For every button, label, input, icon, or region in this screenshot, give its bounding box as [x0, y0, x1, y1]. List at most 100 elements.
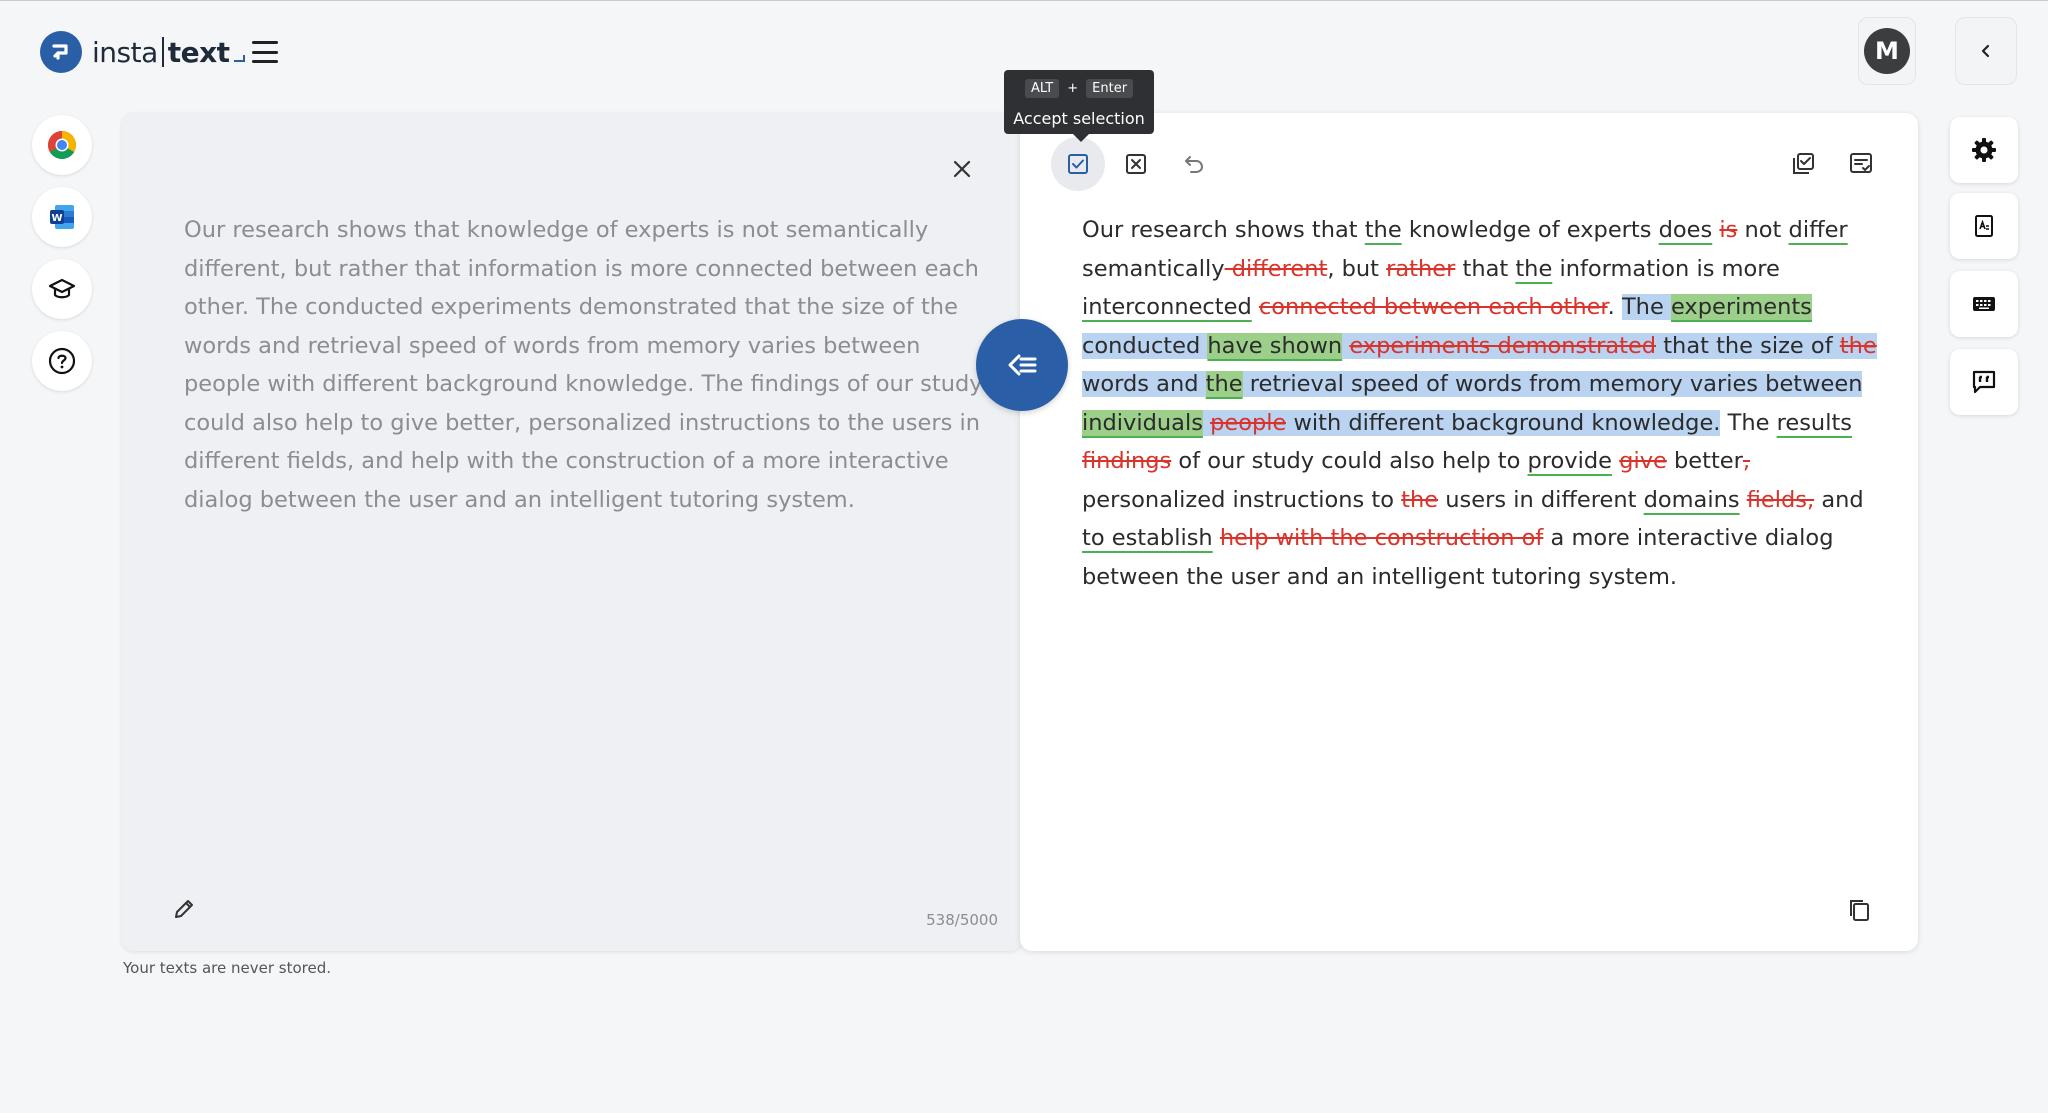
- dictionary-button[interactable]: [1950, 193, 2018, 259]
- selected-text: words and: [1082, 371, 1206, 397]
- selected-text: [1202, 409, 1211, 436]
- logo-mark-icon: [40, 31, 82, 73]
- feedback-button[interactable]: [1950, 349, 2018, 415]
- deleted-text: rather: [1386, 255, 1456, 282]
- source-text[interactable]: Our research shows that knowledge of exp…: [184, 211, 984, 519]
- chrome-extension-button[interactable]: [32, 115, 92, 175]
- word-icon: W: [50, 205, 74, 229]
- selected-deleted-text: experiments demonstrated: [1349, 332, 1657, 359]
- checkbox-x-icon: [1126, 154, 1146, 174]
- deleted-text: give: [1619, 448, 1667, 474]
- keyboard-icon: [1973, 297, 1995, 311]
- selected-text: that the size of: [1656, 332, 1840, 359]
- result-segment: [1213, 525, 1220, 551]
- deleted-text: is: [1719, 217, 1738, 243]
- result-segment: and: [1814, 486, 1864, 513]
- chevron-left-icon: [1981, 44, 1990, 58]
- selected-text: with different background knowledge.: [1286, 409, 1721, 436]
- inserted-text: differ: [1788, 217, 1848, 243]
- shortcuts-button[interactable]: [1950, 271, 2018, 337]
- tooltip-label: Accept selection: [1013, 109, 1145, 128]
- selected-inserted-text: experiments: [1670, 294, 1812, 320]
- deleted-text: fields,: [1746, 486, 1815, 513]
- pencil-icon: [175, 900, 193, 918]
- selected-text: retrieval speed of words from memory var…: [1242, 371, 1863, 397]
- result-segment: , but: [1327, 255, 1387, 282]
- deleted-text: findings: [1082, 448, 1172, 474]
- result-segment: better: [1666, 448, 1743, 474]
- enter-key-label: Enter: [1086, 79, 1134, 98]
- chrome-icon: [48, 131, 76, 159]
- result-segment: information is more: [1552, 255, 1780, 282]
- selected-text: conducted: [1082, 332, 1208, 359]
- result-segment: The: [1720, 409, 1777, 436]
- selected-deleted-text: people: [1210, 409, 1287, 436]
- inserted-text: the: [1364, 217, 1402, 243]
- reject-selection-button[interactable]: [1109, 137, 1163, 191]
- undo-button[interactable]: [1167, 137, 1221, 191]
- undo-icon: [1185, 156, 1204, 173]
- plus-sign: +: [1067, 81, 1079, 96]
- inserted-text: domains: [1643, 486, 1740, 513]
- feedback-icon: [1972, 370, 1996, 394]
- hamburger-menu-icon[interactable]: [248, 37, 282, 67]
- settings-button[interactable]: [1950, 117, 2018, 183]
- deleted-text: different: [1224, 255, 1328, 282]
- result-segment: .: [1607, 294, 1622, 320]
- result-text[interactable]: Our research shows that the knowledge of…: [1082, 211, 1882, 596]
- result-segment: personalized instructions to: [1082, 486, 1402, 513]
- result-segment: [1252, 294, 1259, 320]
- deleted-text: help with the construction of: [1219, 525, 1544, 551]
- deleted-text: connected between each other: [1258, 294, 1608, 320]
- accept-all-icon: [1793, 153, 1814, 174]
- app-logo[interactable]: insta text: [40, 31, 246, 73]
- collapse-sidebar-button[interactable]: [1955, 17, 2017, 85]
- copy-button[interactable]: [1832, 883, 1886, 937]
- help-button[interactable]: [32, 331, 92, 391]
- inserted-text: the: [1515, 255, 1553, 282]
- accept-selection-tooltip: ALT + Enter Accept selection: [1004, 70, 1154, 142]
- clear-text-button[interactable]: [944, 151, 980, 187]
- alt-key-label: ALT: [1024, 79, 1060, 98]
- result-panel: Our research shows that the knowledge of…: [1020, 113, 1918, 951]
- result-segment: knowledge of experts: [1401, 217, 1659, 243]
- gear-icon: [1972, 138, 1996, 162]
- inserted-text: to establish: [1082, 525, 1213, 551]
- deleted-text: ,: [1742, 448, 1751, 474]
- word-addin-button[interactable]: W: [32, 187, 92, 247]
- dictionary-icon: [1975, 215, 1993, 237]
- transfer-result-button[interactable]: [976, 319, 1068, 411]
- graduation-cap-icon: [48, 278, 76, 299]
- help-icon: [48, 347, 76, 375]
- inserted-text: does: [1658, 217, 1713, 243]
- logo-wordmark: insta text: [92, 36, 246, 69]
- avatar: M: [1864, 28, 1910, 74]
- result-segment: semantically: [1082, 255, 1225, 282]
- inserted-text: results: [1776, 409, 1852, 436]
- copy-icon: [1850, 900, 1869, 921]
- explanations-button[interactable]: [1834, 137, 1888, 191]
- svg-text:W: W: [51, 213, 62, 224]
- result-segment: that: [1455, 255, 1516, 282]
- accept-all-button[interactable]: [1776, 137, 1830, 191]
- selected-inserted-text: individuals: [1082, 409, 1203, 436]
- arrow-left-lines-icon: [1008, 354, 1037, 376]
- academic-mode-button[interactable]: [32, 259, 92, 319]
- result-segment: Our research shows that: [1082, 217, 1365, 243]
- notes-check-icon: [1850, 153, 1872, 173]
- selected-inserted-text: have shown: [1207, 332, 1343, 359]
- inserted-text: interconnected: [1082, 294, 1252, 320]
- result-segment: not: [1737, 217, 1789, 243]
- checkbox-checked-icon: [1068, 154, 1088, 174]
- result-segment: [1740, 487, 1747, 513]
- inserted-text: provide: [1527, 448, 1613, 474]
- selected-deleted-text: the: [1839, 332, 1877, 359]
- privacy-note: Your texts are never stored.: [123, 959, 332, 977]
- selected-text: The: [1621, 294, 1671, 320]
- deleted-text: the: [1401, 486, 1439, 513]
- close-icon: [953, 160, 971, 178]
- character-counter: 538/5000: [926, 911, 998, 929]
- accept-selection-button[interactable]: [1051, 137, 1105, 191]
- user-menu-button[interactable]: M: [1858, 17, 1916, 85]
- edit-button[interactable]: [166, 891, 202, 927]
